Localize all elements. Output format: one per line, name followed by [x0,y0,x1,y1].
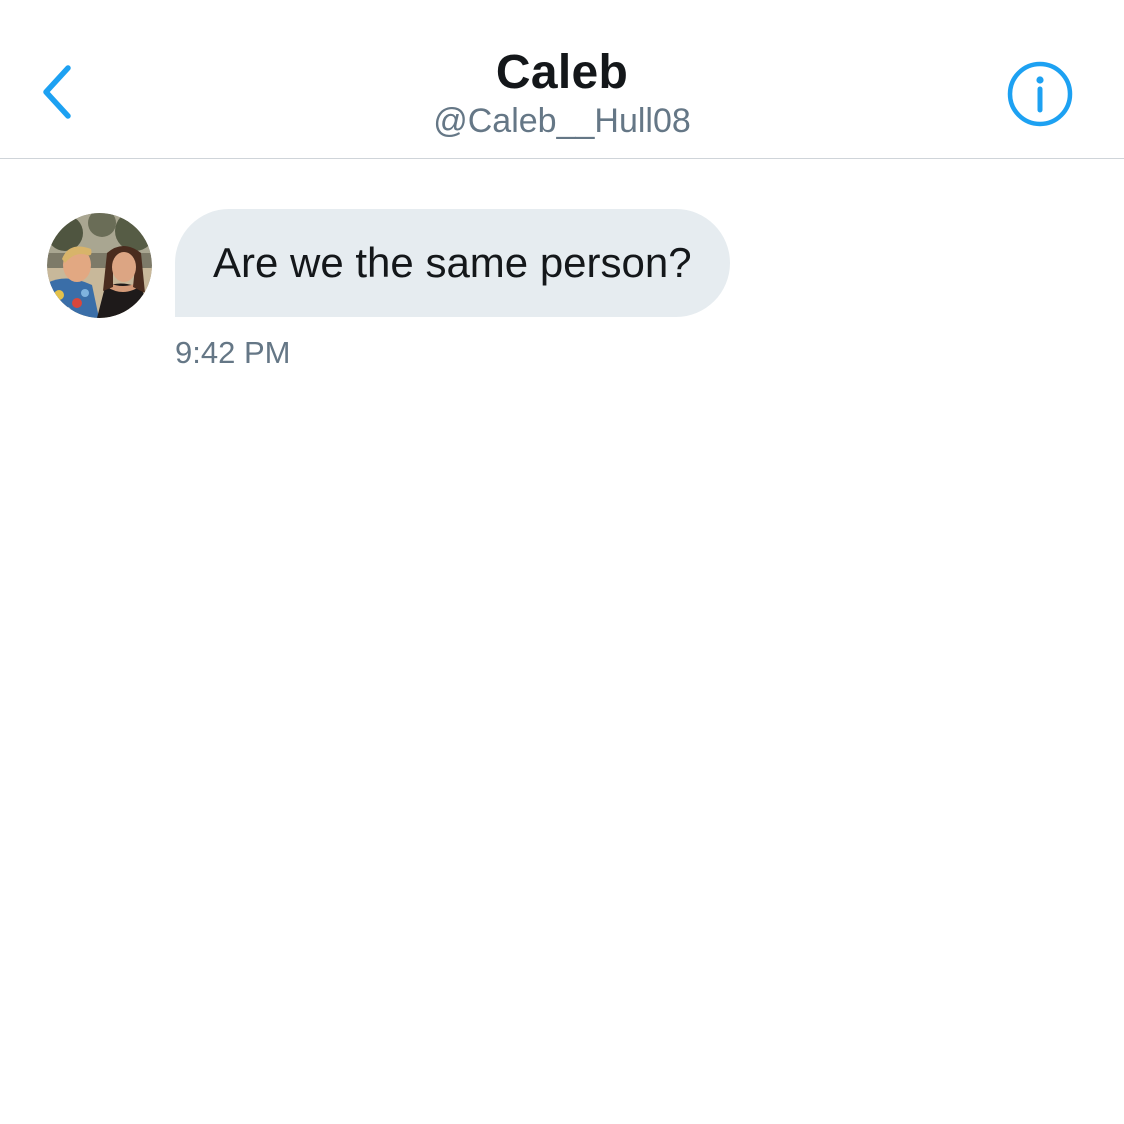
conversation-header: Caleb @Caleb__Hull08 [0,0,1124,159]
contact-handle: @Caleb__Hull08 [433,102,691,140]
info-icon [1007,61,1073,127]
message-timestamp: 9:42 PM [175,335,291,370]
avatar-photo [47,213,152,318]
contact-name: Caleb [495,46,629,99]
dm-conversation-screen: Caleb @Caleb__Hull08 Are we the same per… [0,0,1124,1124]
contact-avatar[interactable] [47,213,152,318]
message-text: Are we the same person? [213,239,692,286]
back-button[interactable] [30,56,86,128]
message-bubble[interactable]: Are we the same person? [175,209,730,317]
header-title-block[interactable]: Caleb @Caleb__Hull08 [262,44,862,142]
chevron-left-icon [43,65,71,119]
info-button[interactable] [1004,58,1076,130]
